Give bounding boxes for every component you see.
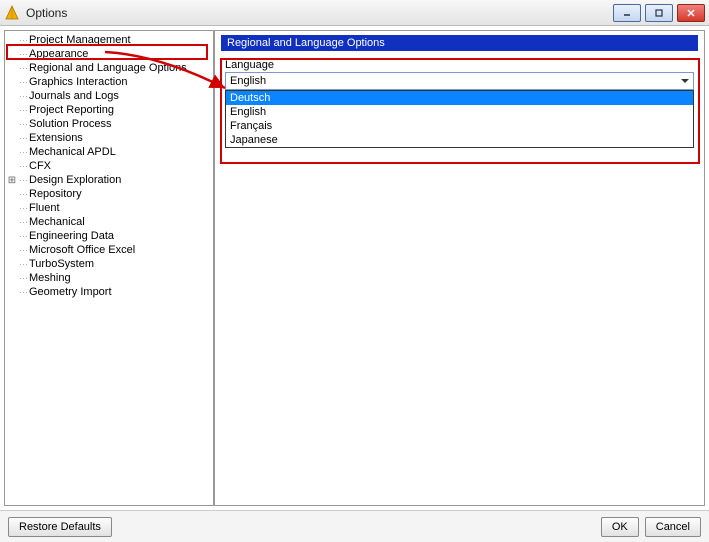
- window-title: Options: [26, 6, 613, 20]
- cancel-button[interactable]: Cancel: [645, 517, 701, 537]
- tree-item[interactable]: ⋯Microsoft Office Excel: [5, 243, 213, 257]
- expand-icon[interactable]: ⊞: [5, 175, 19, 186]
- tree-item-label: Engineering Data: [29, 230, 114, 242]
- tree-item-label: Appearance: [29, 48, 88, 60]
- tree-item[interactable]: ⋯Graphics Interaction: [5, 75, 213, 89]
- tree-item-label: TurboSystem: [29, 258, 94, 270]
- tree-item[interactable]: ⋯TurboSystem: [5, 257, 213, 271]
- tree-connector: ⋯: [19, 203, 27, 214]
- close-button[interactable]: [677, 4, 705, 22]
- language-select[interactable]: English: [225, 72, 694, 90]
- tree-item-label: Geometry Import: [29, 286, 112, 298]
- tree-item-label: Solution Process: [29, 118, 112, 130]
- tree-connector: ⋯: [19, 77, 27, 88]
- tree-item-label: Mechanical: [29, 216, 85, 228]
- tree-connector: ⋯: [19, 147, 27, 158]
- tree-connector: ⋯: [19, 245, 27, 256]
- tree-item[interactable]: ⋯Project Management: [5, 33, 213, 47]
- tree-item-label: Design Exploration: [29, 174, 121, 186]
- tree-item[interactable]: ⋯Meshing: [5, 271, 213, 285]
- tree-connector: ⋯: [19, 49, 27, 60]
- app-icon: [4, 5, 20, 21]
- language-option[interactable]: Japanese: [226, 133, 693, 147]
- tree-item-label: Journals and Logs: [29, 90, 119, 102]
- language-select-value: English: [230, 75, 266, 87]
- language-dropdown-list[interactable]: DeutschEnglishFrançaisJapanese: [225, 90, 694, 148]
- tree-item-label: Regional and Language Options: [29, 62, 187, 74]
- ok-button[interactable]: OK: [601, 517, 639, 537]
- chevron-down-icon: [681, 79, 689, 83]
- language-option[interactable]: Deutsch: [226, 91, 693, 105]
- tree-item-label: Meshing: [29, 272, 71, 284]
- restore-defaults-button[interactable]: Restore Defaults: [8, 517, 112, 537]
- language-option[interactable]: Français: [226, 119, 693, 133]
- titlebar: Options: [0, 0, 709, 26]
- tree-item-label: Project Management: [29, 34, 131, 46]
- tree-connector: ⋯: [19, 175, 27, 186]
- tree-item-label: Repository: [29, 188, 82, 200]
- tree-item-label: Graphics Interaction: [29, 76, 127, 88]
- language-label: Language: [225, 59, 694, 71]
- language-field: Language English DeutschEnglishFrançaisJ…: [221, 57, 698, 150]
- tree-item-label: Project Reporting: [29, 104, 114, 116]
- tree-item[interactable]: ⋯Appearance: [5, 47, 213, 61]
- tree-item[interactable]: ⋯Engineering Data: [5, 229, 213, 243]
- tree-item-label: Mechanical APDL: [29, 146, 116, 158]
- tree-connector: ⋯: [19, 273, 27, 284]
- tree-connector: ⋯: [19, 133, 27, 144]
- options-panel: Regional and Language Options Language E…: [214, 30, 705, 506]
- bottom-bar: Restore Defaults OK Cancel: [0, 510, 709, 542]
- tree-connector: ⋯: [19, 105, 27, 116]
- tree-item[interactable]: ⋯Mechanical: [5, 215, 213, 229]
- tree-connector: ⋯: [19, 287, 27, 298]
- main-area: ⋯Project Management⋯Appearance⋯Regional …: [0, 26, 709, 510]
- tree-connector: ⋯: [19, 161, 27, 172]
- tree-connector: ⋯: [19, 231, 27, 242]
- tree-item[interactable]: ⋯Extensions: [5, 131, 213, 145]
- tree-item[interactable]: ⋯CFX: [5, 159, 213, 173]
- tree-connector: ⋯: [19, 119, 27, 130]
- tree-item[interactable]: ⋯Project Reporting: [5, 103, 213, 117]
- category-tree[interactable]: ⋯Project Management⋯Appearance⋯Regional …: [4, 30, 214, 506]
- tree-connector: ⋯: [19, 91, 27, 102]
- tree-item[interactable]: ⋯Solution Process: [5, 117, 213, 131]
- language-option[interactable]: English: [226, 105, 693, 119]
- tree-connector: ⋯: [19, 217, 27, 228]
- tree-item[interactable]: ⋯Fluent: [5, 201, 213, 215]
- tree-item[interactable]: ⋯Journals and Logs: [5, 89, 213, 103]
- tree-item[interactable]: ⋯Repository: [5, 187, 213, 201]
- maximize-button[interactable]: [645, 4, 673, 22]
- tree-item[interactable]: ⋯Geometry Import: [5, 285, 213, 299]
- tree-connector: ⋯: [19, 259, 27, 270]
- tree-item-label: Extensions: [29, 132, 83, 144]
- minimize-button[interactable]: [613, 4, 641, 22]
- panel-header: Regional and Language Options: [221, 35, 698, 51]
- tree-connector: ⋯: [19, 189, 27, 200]
- tree-item-label: Fluent: [29, 202, 60, 214]
- tree-item[interactable]: ⊞⋯Design Exploration: [5, 173, 213, 187]
- tree-connector: ⋯: [19, 63, 27, 74]
- tree-item-label: CFX: [29, 160, 51, 172]
- tree-item[interactable]: ⋯Regional and Language Options: [5, 61, 213, 75]
- window-controls: [613, 4, 705, 22]
- tree-item[interactable]: ⋯Mechanical APDL: [5, 145, 213, 159]
- tree-connector: ⋯: [19, 35, 27, 46]
- tree-item-label: Microsoft Office Excel: [29, 244, 135, 256]
